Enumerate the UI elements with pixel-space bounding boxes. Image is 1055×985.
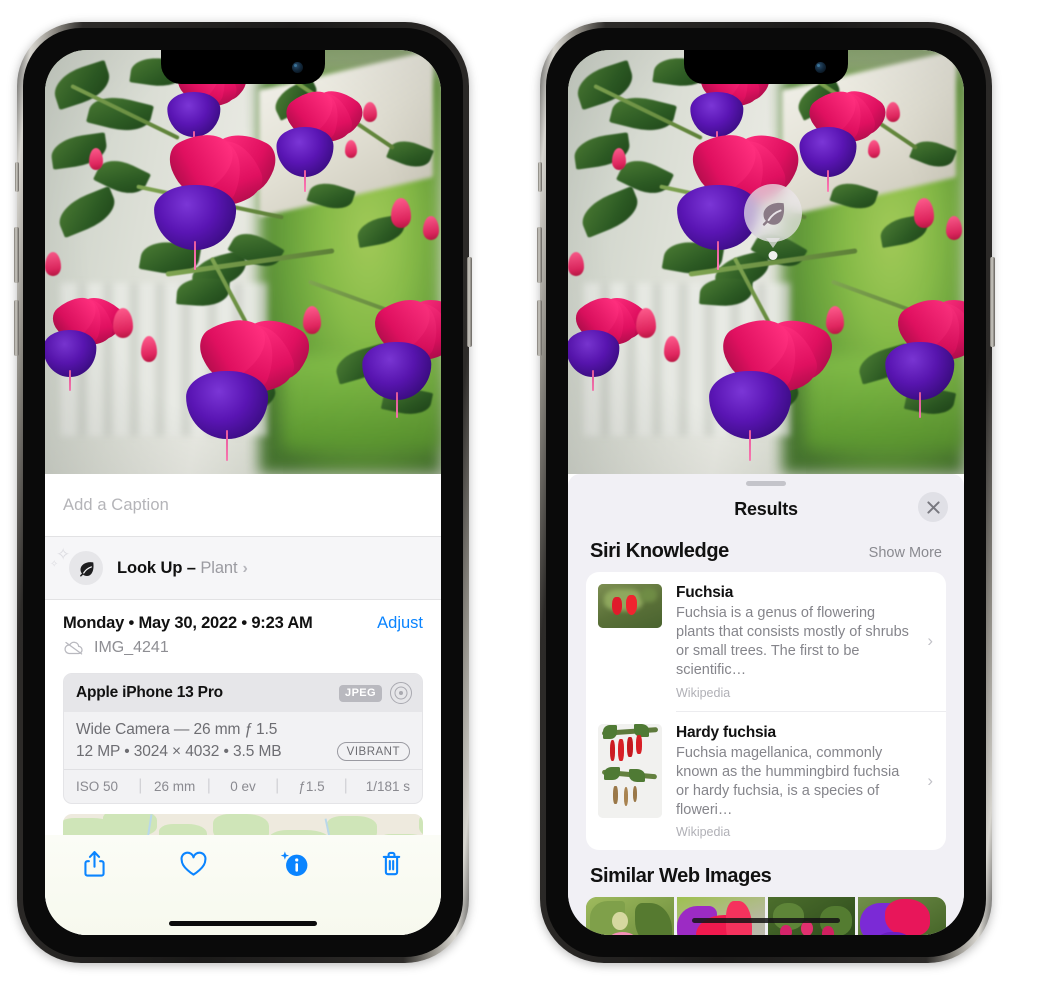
iphone-left: Add a Caption ✧ ✧ Look Up – Plant › Mond… bbox=[14, 22, 472, 963]
knowledge-row[interactable]: Fuchsia Fuchsia is a genus of flowering … bbox=[586, 572, 946, 711]
results-sheet: Results Siri Knowledge Show More Fuchsia… bbox=[568, 474, 964, 935]
photo-toolbar bbox=[45, 835, 441, 935]
exif-separator: | bbox=[343, 777, 348, 794]
exif-ev: 0 ev bbox=[230, 778, 256, 794]
share-button[interactable] bbox=[45, 849, 144, 879]
close-button[interactable] bbox=[918, 492, 948, 522]
notch-right bbox=[684, 50, 848, 84]
exif-shutter: 1/181 s bbox=[365, 778, 411, 794]
phone-bezel-left: Add a Caption ✧ ✧ Look Up – Plant › Mond… bbox=[23, 28, 463, 957]
web-image-1[interactable] bbox=[586, 897, 674, 935]
exif-iso: ISO 50 bbox=[76, 778, 119, 794]
camera-info-card[interactable]: Apple iPhone 13 Pro JPEG Wide Camera — 2… bbox=[63, 673, 423, 804]
format-badge: JPEG bbox=[339, 684, 382, 702]
chevron-right-icon: › bbox=[927, 770, 933, 790]
chevron-right-icon: › bbox=[242, 559, 248, 577]
knowledge-body: Fuchsia Fuchsia is a genus of flowering … bbox=[676, 584, 934, 700]
camera-specs-line: 12 MP • 3024 × 4032 • 3.5 MB bbox=[76, 742, 282, 760]
photo-metadata: Monday • May 30, 2022 • 9:23 AM Adjust I… bbox=[45, 600, 441, 665]
trash-icon bbox=[382, 851, 401, 876]
delete-button[interactable] bbox=[342, 849, 441, 879]
section-title: Similar Web Images bbox=[590, 865, 772, 887]
vibrant-badge: VIBRANT bbox=[336, 742, 410, 761]
photo-date: Monday • May 30, 2022 • 9:23 AM bbox=[63, 614, 313, 632]
fuchsia-thumbnail bbox=[598, 584, 662, 628]
screen-left: Add a Caption ✧ ✧ Look Up – Plant › Mond… bbox=[45, 50, 441, 935]
look-up-label: Look Up – Plant › bbox=[117, 559, 248, 578]
adjust-button[interactable]: Adjust bbox=[377, 614, 423, 633]
marker-dot bbox=[768, 251, 778, 260]
camera-device-name: Apple iPhone 13 Pro bbox=[76, 684, 223, 701]
info-sparkle-icon bbox=[280, 851, 307, 876]
camera-badges: JPEG bbox=[339, 682, 412, 704]
favorite-button[interactable] bbox=[144, 849, 243, 879]
knowledge-source: Wikipedia bbox=[676, 825, 731, 839]
home-indicator[interactable] bbox=[169, 921, 317, 926]
web-image-4[interactable] bbox=[858, 897, 946, 935]
similar-web-images-strip bbox=[568, 897, 964, 935]
iphone-right: Results Siri Knowledge Show More Fuchsia… bbox=[537, 22, 995, 963]
home-indicator[interactable] bbox=[692, 918, 840, 923]
results-header: Results bbox=[568, 486, 964, 532]
knowledge-body: Hardy fuchsia Fuchsia magellanica, commo… bbox=[676, 724, 934, 840]
heart-icon bbox=[180, 851, 207, 876]
camera-card-body: Wide Camera — 26 mm ƒ 1.5 12 MP • 3024 ×… bbox=[64, 712, 422, 769]
siri-knowledge-card: Fuchsia Fuchsia is a genus of flowering … bbox=[586, 572, 946, 850]
lens-icon bbox=[390, 682, 412, 704]
caption-input[interactable]: Add a Caption bbox=[45, 474, 441, 536]
notch-left bbox=[161, 50, 325, 84]
web-image-2[interactable] bbox=[676, 897, 765, 935]
show-more-button[interactable]: Show More bbox=[869, 545, 942, 561]
exif-row: ISO 50 | 26 mm | 0 ev | ƒ1.5 | 1/181 s bbox=[64, 769, 422, 803]
camera-lens-line: Wide Camera — 26 mm ƒ 1.5 bbox=[76, 721, 278, 738]
sparkle-small-icon: ✧ bbox=[50, 559, 59, 570]
hardy-fuchsia-thumbnail bbox=[598, 723, 662, 818]
marker-tail bbox=[766, 238, 780, 248]
exif-focal: 26 mm bbox=[153, 778, 196, 794]
similar-web-images-header: Similar Web Images bbox=[568, 850, 964, 897]
section-title: Siri Knowledge bbox=[590, 540, 729, 562]
results-title: Results bbox=[734, 498, 798, 519]
look-up-row[interactable]: ✧ ✧ Look Up – Plant › bbox=[45, 537, 441, 599]
photo-filename: IMG_4241 bbox=[94, 639, 169, 656]
volume-down-button[interactable] bbox=[537, 300, 542, 356]
leaf-icon: ✧ ✧ bbox=[50, 546, 103, 585]
exif-separator: | bbox=[206, 777, 211, 794]
knowledge-title: Hardy fuchsia bbox=[676, 723, 776, 741]
front-camera-icon bbox=[815, 62, 826, 73]
knowledge-row[interactable]: Hardy fuchsia Fuchsia magellanica, commo… bbox=[586, 712, 946, 851]
power-button[interactable] bbox=[467, 257, 472, 347]
share-icon bbox=[84, 851, 105, 877]
look-up-title: Look Up – bbox=[117, 558, 201, 577]
chevron-right-icon: › bbox=[927, 631, 933, 651]
volume-down-button[interactable] bbox=[14, 300, 19, 356]
siri-knowledge-header: Siri Knowledge Show More bbox=[568, 532, 964, 572]
screen-right: Results Siri Knowledge Show More Fuchsia… bbox=[568, 50, 964, 935]
visual-lookup-marker[interactable] bbox=[744, 184, 802, 260]
info-button[interactable] bbox=[243, 849, 342, 879]
exif-separator: | bbox=[275, 777, 280, 794]
knowledge-title: Fuchsia bbox=[676, 584, 734, 601]
web-image-3[interactable] bbox=[767, 897, 856, 935]
power-button[interactable] bbox=[990, 257, 995, 347]
photo-viewer-left[interactable] bbox=[45, 50, 441, 474]
mute-switch[interactable] bbox=[15, 162, 19, 192]
phone-bezel-right: Results Siri Knowledge Show More Fuchsia… bbox=[546, 28, 986, 957]
cloud-slash-icon bbox=[64, 641, 83, 655]
photo-info-sheet: Add a Caption ✧ ✧ Look Up – Plant › Mond… bbox=[45, 474, 441, 935]
volume-up-button[interactable] bbox=[14, 227, 19, 283]
leaf-icon bbox=[762, 202, 785, 226]
front-camera-icon bbox=[292, 62, 303, 73]
exif-aperture: ƒ1.5 bbox=[298, 778, 325, 794]
look-up-subject: Plant bbox=[200, 558, 238, 577]
mute-switch[interactable] bbox=[538, 162, 542, 192]
close-icon bbox=[926, 500, 940, 514]
knowledge-description: Fuchsia magellanica, commonly known as t… bbox=[676, 744, 900, 818]
photo-viewer-right[interactable] bbox=[568, 50, 964, 474]
knowledge-source: Wikipedia bbox=[676, 685, 731, 700]
camera-card-header: Apple iPhone 13 Pro JPEG bbox=[64, 674, 422, 712]
volume-up-button[interactable] bbox=[537, 227, 542, 283]
knowledge-description: Fuchsia is a genus of flowering plants t… bbox=[676, 605, 909, 679]
exif-separator: | bbox=[138, 777, 143, 794]
